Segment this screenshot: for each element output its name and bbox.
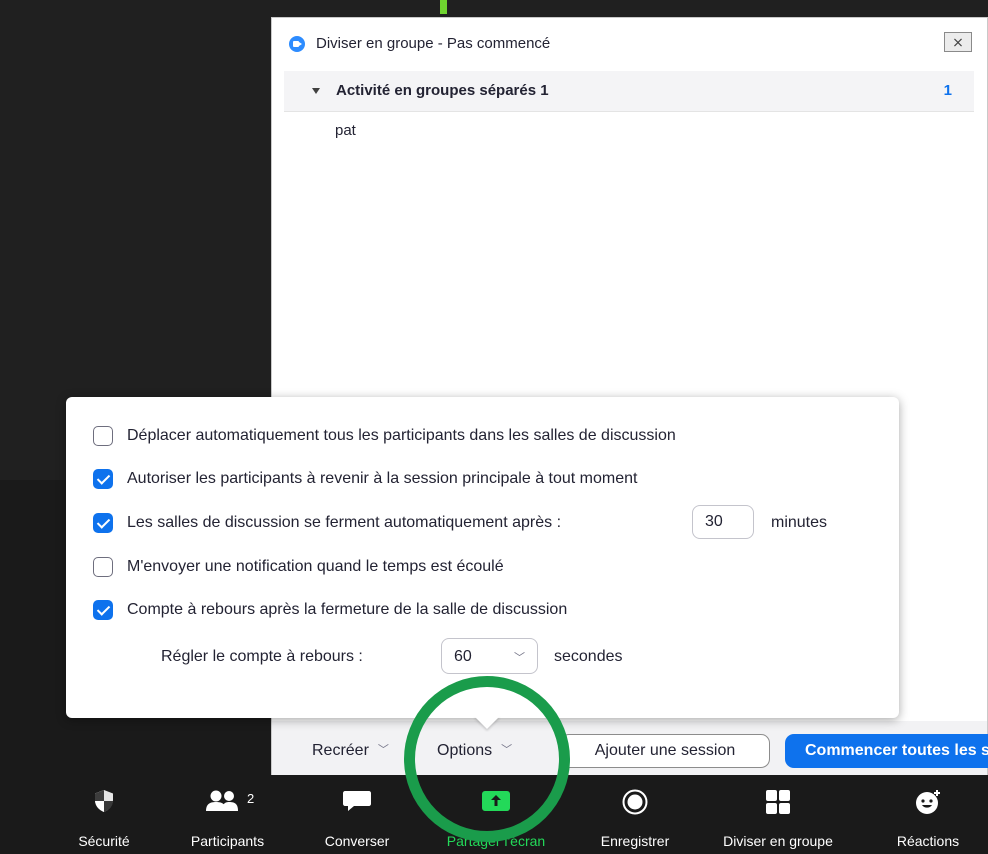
toolbar-label: Réactions	[896, 833, 960, 849]
toolbar-chat[interactable]: Converser	[307, 775, 407, 854]
shield-icon	[95, 790, 113, 812]
option-label: Les salles de discussion se ferment auto…	[127, 514, 562, 531]
minutes-label: minutes	[771, 514, 828, 531]
toolbar-label: Diviser en groupe	[723, 833, 833, 849]
window-title: Diviser en groupe - Pas commencé	[316, 35, 551, 52]
caret-down-icon[interactable]	[312, 88, 320, 94]
reactions-icon	[916, 790, 940, 814]
breakout-rooms-icon	[766, 790, 790, 814]
checkbox[interactable]	[93, 469, 113, 489]
participants-icon	[205, 790, 238, 811]
close-minutes-input[interactable]: 30	[692, 505, 754, 539]
participant-name: pat	[335, 122, 356, 139]
option-label: Compte à rebours après la fermeture de l…	[127, 601, 568, 618]
toolbar-label: Participants	[190, 833, 265, 849]
option-label: M'envoyer une notification quand le temp…	[127, 558, 504, 575]
recreate-label: Recréer	[312, 742, 369, 759]
record-icon	[622, 789, 648, 815]
highlight-circle	[404, 676, 570, 842]
checkbox[interactable]	[93, 600, 113, 620]
checkbox[interactable]	[93, 513, 113, 533]
chat-icon	[343, 791, 371, 811]
checkbox[interactable]	[93, 557, 113, 577]
recreate-button[interactable]: Recréer ﹀	[312, 741, 389, 760]
zoom-logo-icon	[289, 36, 305, 52]
title-bar: Diviser en groupe - Pas commencé ⨯	[272, 18, 987, 62]
close-button[interactable]: ⨯	[944, 32, 972, 52]
toolbar-label: Converser	[324, 833, 390, 849]
room-row[interactable]: Activité en groupes séparés 1 1	[284, 71, 974, 112]
countdown-value: 60	[454, 648, 472, 665]
checkbox[interactable]	[93, 426, 113, 446]
add-session-button[interactable]: Ajouter une session	[560, 734, 770, 768]
countdown-select[interactable]: 60 ﹀	[441, 638, 538, 674]
start-all-sessions-button[interactable]: Commencer toutes les sessions	[785, 734, 988, 768]
toolbar-label: Sécurité	[78, 833, 130, 849]
toolbar-record[interactable]: Enregistrer	[585, 775, 685, 854]
chevron-down-icon: ﹀	[377, 744, 389, 756]
toolbar-breakout-rooms[interactable]: Diviser en groupe	[704, 775, 852, 854]
participants-badge: 2	[247, 791, 255, 806]
toolbar-security[interactable]: Sécurité	[54, 775, 154, 854]
window-footer: Recréer ﹀ Options ﹀ Ajouter une session Co…	[272, 721, 988, 775]
toolbar-label: Enregistrer	[600, 833, 670, 849]
toolbar-participants[interactable]: 2 Participants	[170, 775, 285, 854]
room-name: Activité en groupes séparés 1	[336, 82, 549, 99]
option-label: Déplacer automatiquement tous les partic…	[127, 427, 676, 444]
room-participant-count: 1	[943, 82, 952, 99]
option-label: Autoriser les participants à revenir à l…	[127, 470, 638, 487]
toolbar-reactions[interactable]: Réactions	[868, 775, 988, 854]
active-speaker-edge	[440, 0, 447, 14]
countdown-label: Régler le compte à rebours :	[161, 648, 363, 665]
chevron-down-icon: ﹀	[514, 652, 525, 664]
options-popover: Déplacer automatiquement tous les partic…	[66, 397, 899, 718]
seconds-label: secondes	[554, 648, 623, 665]
